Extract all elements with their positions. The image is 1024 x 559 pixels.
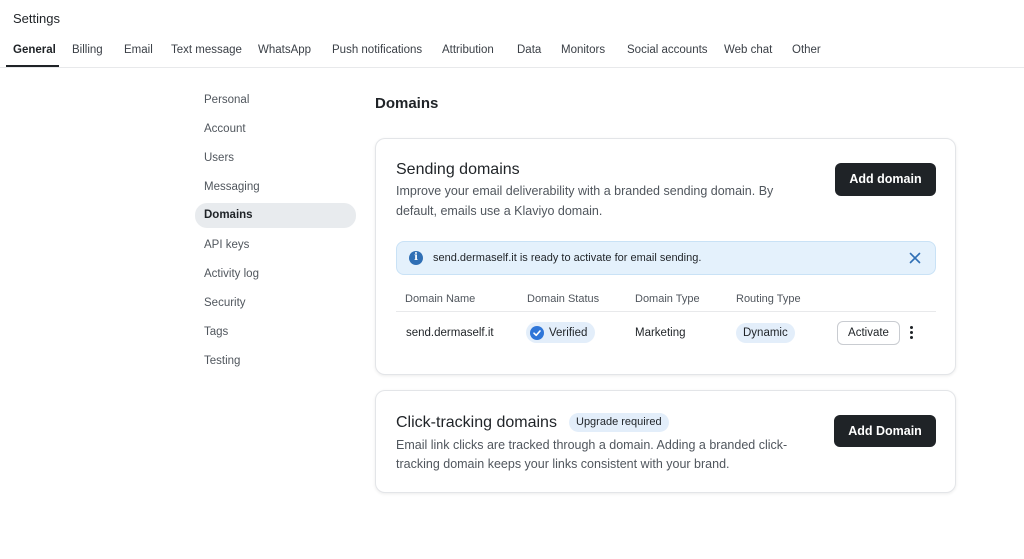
tab-monitors[interactable]: Monitors <box>561 44 605 56</box>
add-domain-button[interactable]: Add domain <box>835 163 936 196</box>
sidebar-item-account[interactable]: Account <box>195 117 356 142</box>
tab-web-chat[interactable]: Web chat <box>724 44 772 56</box>
column-header-domain-status: Domain Status <box>527 293 600 305</box>
sidebar-item-api-keys[interactable]: API keys <box>195 233 356 258</box>
tab-email[interactable]: Email <box>124 44 153 56</box>
activate-button[interactable]: Activate <box>837 321 900 345</box>
sidebar-item-messaging[interactable]: Messaging <box>195 175 356 200</box>
tab-other[interactable]: Other <box>792 44 821 56</box>
column-header-domain-type: Domain Type <box>635 293 700 305</box>
sidebar-item-security[interactable]: Security <box>195 291 356 316</box>
click-tracking-description-line1: Email link clicks are tracked through a … <box>396 438 788 452</box>
status-badge: Verified <box>526 322 596 343</box>
add-click-tracking-domain-button[interactable]: Add Domain <box>834 415 936 447</box>
tab-general[interactable]: General <box>13 44 56 56</box>
sending-domains-title: Sending domains <box>396 161 520 178</box>
close-icon[interactable] <box>906 249 924 267</box>
tab-push-notifications[interactable]: Push notifications <box>332 44 422 56</box>
column-header-routing-type: Routing Type <box>736 293 801 305</box>
sidebar-item-tags[interactable]: Tags <box>195 320 356 345</box>
sidebar-item-personal[interactable]: Personal <box>195 88 356 113</box>
sidebar-item-testing[interactable]: Testing <box>195 349 356 374</box>
domain-type-cell: Marketing <box>635 327 686 339</box>
click-tracking-card: Click-tracking domains Upgrade required … <box>375 390 956 493</box>
sending-domains-description-line2: default, emails use a Klaviyo domain. <box>396 204 603 218</box>
click-tracking-title: Click-tracking domains <box>396 414 557 431</box>
column-header-domain-name: Domain Name <box>405 293 476 305</box>
tab-text-message[interactable]: Text message <box>171 44 242 56</box>
check-circle-icon <box>530 325 544 340</box>
sending-domains-card: Sending domains Improve your email deliv… <box>375 138 956 375</box>
active-tab-indicator <box>6 65 59 67</box>
domain-name-cell: send.dermaself.it <box>406 327 494 339</box>
sidebar-item-users[interactable]: Users <box>195 146 356 171</box>
info-banner-text: send.dermaself.it is ready to activate f… <box>433 252 702 264</box>
tab-attribution[interactable]: Attribution <box>442 44 494 56</box>
sending-domains-description-line1: Improve your email deliverability with a… <box>396 184 774 198</box>
upgrade-required-badge: Upgrade required <box>569 413 669 432</box>
tab-whatsapp[interactable]: WhatsApp <box>258 44 311 56</box>
page-title: Settings <box>13 11 60 26</box>
sidebar-item-domains[interactable]: Domains <box>195 203 356 228</box>
info-icon: i <box>409 251 423 265</box>
tab-billing[interactable]: Billing <box>72 44 103 56</box>
click-tracking-description-line2: tracking domain keeps your links consist… <box>396 457 730 471</box>
tab-social-accounts[interactable]: Social accounts <box>627 44 708 56</box>
section-title: Domains <box>375 95 439 112</box>
table-divider <box>396 311 936 312</box>
tab-data[interactable]: Data <box>517 44 541 56</box>
info-banner: i send.dermaself.it is ready to activate… <box>396 241 936 275</box>
sidebar-item-activity-log[interactable]: Activity log <box>195 262 356 287</box>
routing-type-badge: Dynamic <box>736 323 795 343</box>
settings-tabs: General Billing Email Text message Whats… <box>0 38 1024 68</box>
status-badge-label: Verified <box>549 326 588 339</box>
more-vertical-icon[interactable] <box>907 325 917 341</box>
